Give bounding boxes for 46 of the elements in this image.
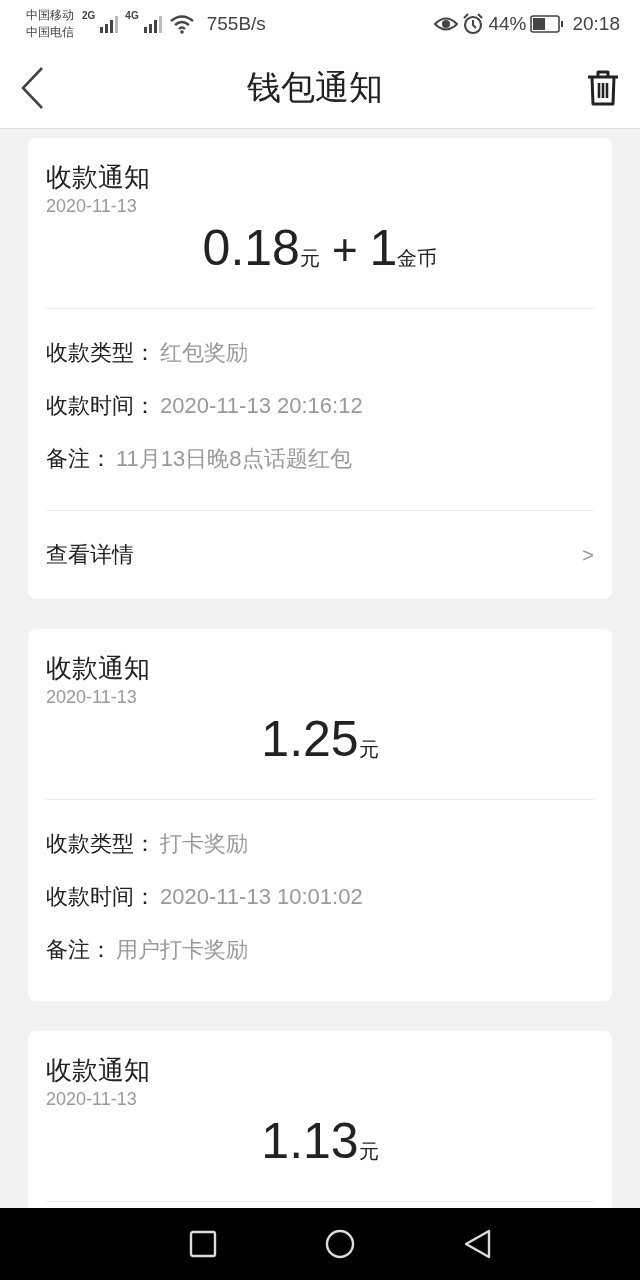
details-link[interactable]: 查看详情 > xyxy=(46,511,594,599)
amount-value: 0.18 xyxy=(202,220,300,276)
network-type: 2G xyxy=(82,10,96,21)
field-label: 收款类型： xyxy=(46,339,156,367)
back-nav-button[interactable] xyxy=(463,1229,491,1259)
field-value: 2020-11-13 20:16:12 xyxy=(160,392,363,420)
plus-sign: + xyxy=(331,225,358,274)
back-button[interactable] xyxy=(20,66,44,110)
trash-button[interactable] xyxy=(586,69,620,107)
carrier-name: 中国移动 xyxy=(26,7,74,24)
eye-icon xyxy=(434,15,459,33)
carrier-name: 中国电信 xyxy=(26,24,74,41)
wifi-icon xyxy=(168,14,195,34)
field-value: 打卡奖励 xyxy=(160,830,248,858)
currency-unit: 元 xyxy=(358,1140,379,1162)
home-button[interactable] xyxy=(325,1229,355,1259)
field-label: 备注： xyxy=(46,936,112,964)
field-value: 11月13日晚8点话题红包 xyxy=(116,445,352,473)
battery-percent: 44% xyxy=(488,13,527,35)
amount-value: 1.13 xyxy=(261,1113,359,1169)
network-speed: 755B/s xyxy=(206,13,266,35)
card-title: 收款通知 xyxy=(46,1054,151,1087)
card-title: 收款通知 xyxy=(46,652,151,685)
field-label: 收款时间： xyxy=(46,392,156,420)
currency-unit: 元 xyxy=(358,738,379,760)
field-value: 红包奖励 xyxy=(160,339,248,367)
recents-button[interactable] xyxy=(189,1230,217,1258)
card-date: 2020-11-13 xyxy=(46,686,138,709)
network-type: 4G xyxy=(125,10,139,21)
signal-icon xyxy=(142,15,165,33)
amount-value: 1 xyxy=(369,220,398,276)
field-label: 收款时间： xyxy=(46,883,156,911)
card-date: 2020-11-13 xyxy=(46,195,138,218)
field-value: 用户打卡奖励 xyxy=(116,936,248,964)
clock-time: 20:18 xyxy=(572,13,620,35)
battery-icon xyxy=(530,15,565,33)
page-title: 钱包通知 xyxy=(247,67,383,108)
field-label: 收款类型： xyxy=(46,830,156,858)
field-label: 备注： xyxy=(46,445,112,473)
amount-value: 1.25 xyxy=(261,711,359,767)
currency-unit: 金币 xyxy=(397,247,438,269)
currency-unit: 元 xyxy=(299,247,320,269)
alarm-icon xyxy=(462,13,485,35)
card-title: 收款通知 xyxy=(46,161,151,194)
card-date: 2020-11-13 xyxy=(46,1088,138,1111)
field-value: 2020-11-13 10:01:02 xyxy=(160,883,363,911)
